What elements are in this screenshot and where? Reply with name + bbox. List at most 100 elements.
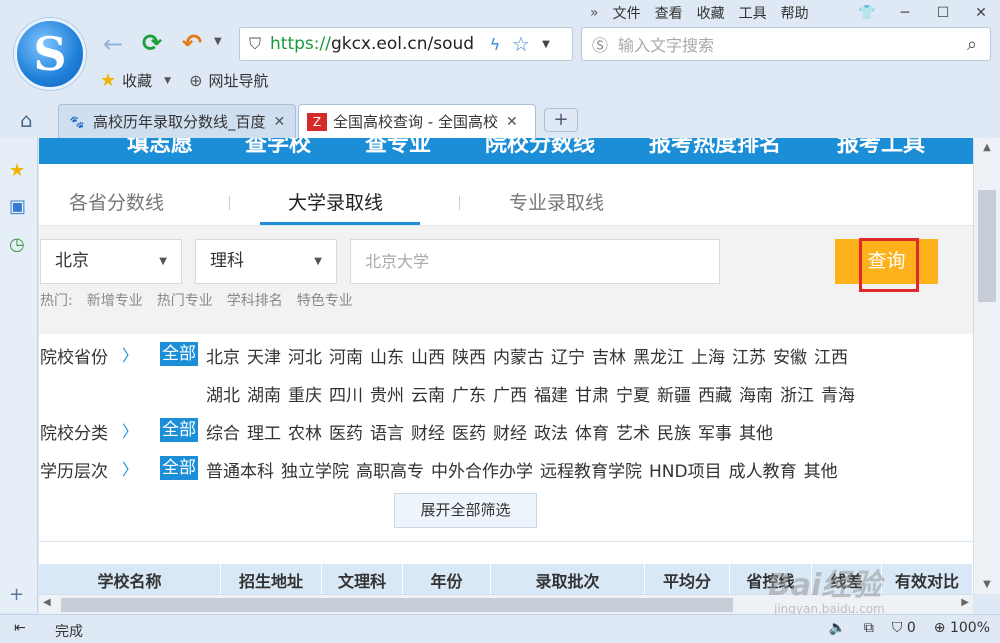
menu-tools[interactable]: 工具 [739,3,767,23]
facet-option[interactable]: 福建 [534,381,568,406]
skin-icon[interactable]: 👕 [848,5,886,21]
close-window-icon[interactable]: ✕ [962,5,1000,21]
hot-link-featured-majors[interactable]: 特色专业 [297,290,353,310]
facet-option[interactable]: 高职高专 [356,457,424,482]
history-clock-icon[interactable]: ◷ [9,234,25,255]
search-bar[interactable]: Ⓢ 输入文字搜索 ⌕ [581,27,991,61]
facet-option[interactable]: 其他 [804,457,838,482]
col-batch[interactable]: 录取批次 [491,564,645,594]
facet-option[interactable]: 山西 [411,343,445,368]
facet-option[interactable]: 广西 [493,381,527,406]
shield-icon[interactable]: ⛉ 0 [892,620,916,636]
facet-option[interactable]: 湖南 [247,381,281,406]
facet-option[interactable]: 甘肃 [575,381,609,406]
tab-university-scores[interactable]: 大学录取线 [288,188,383,215]
facet-option[interactable]: 吉林 [592,343,626,368]
province-select[interactable]: 北京 ▼ [40,239,182,284]
scroll-down-icon[interactable]: ▼ [974,579,1000,590]
nav-find-school[interactable]: 查学校 [245,138,311,158]
menu-view[interactable]: 查看 [655,3,683,23]
hot-link-popular-majors[interactable]: 热门专业 [157,290,213,310]
tab-close-icon[interactable]: ✕ [274,114,286,130]
facet-option[interactable]: 普通本科 [206,457,274,482]
facet-option[interactable]: 青海 [821,381,855,406]
facet-option[interactable]: 四川 [329,381,363,406]
facet-option[interactable]: 安徽 [773,343,807,368]
security-shield-icon[interactable]: ⛉ [240,34,270,54]
facet-option[interactable]: 贵州 [370,381,404,406]
panel-toggle-icon[interactable]: ⇤ [14,620,26,636]
tab-province-scores[interactable]: 各省分数线 [69,188,164,215]
reader-icon[interactable]: ▣ [9,196,26,217]
add-panel-icon[interactable]: + [9,584,24,605]
search-input[interactable]: 输入文字搜索 [618,32,954,56]
chevron-right-icon[interactable]: 〉 [122,342,138,366]
chevron-right-icon[interactable]: 〉 [122,418,138,442]
favorites-button[interactable]: 收藏 [122,70,152,91]
tab-baidu[interactable]: 🐾 高校历年录取分数线_百度 ✕ [58,104,296,138]
facet-option[interactable]: 河南 [329,343,363,368]
screenshot-icon[interactable]: ⧉ [864,620,874,636]
nav-tools[interactable]: 报考工具 [837,138,925,158]
subject-select[interactable]: 理科 ▼ [195,239,337,284]
facet-option[interactable]: 山东 [370,343,404,368]
facet-option[interactable]: 黑龙江 [633,343,684,368]
facet-option[interactable]: 医药 [452,419,486,444]
facet-option[interactable]: 农林 [288,419,322,444]
favorites-dropdown-icon[interactable]: ▼ [164,76,171,86]
school-name-input[interactable]: 北京大学 [350,239,720,284]
facet-option[interactable]: 语言 [370,419,404,444]
facet-option[interactable]: 成人教育 [729,457,797,482]
facet-option[interactable]: 浙江 [780,381,814,406]
facet-option[interactable]: 中外合作办学 [431,457,533,482]
expand-all-filters-button[interactable]: 展开全部筛选 [394,493,537,528]
tab-major-scores[interactable]: 专业录取线 [509,188,604,215]
scroll-thumb[interactable] [978,190,996,302]
vertical-scrollbar[interactable]: ▲ ▼ [973,138,1000,594]
facet-option[interactable]: 政法 [534,419,568,444]
facet-option[interactable]: 广东 [452,381,486,406]
facet-all-option[interactable]: 全部 [160,456,198,480]
facet-option[interactable]: 医药 [329,419,363,444]
facet-option[interactable]: HND项目 [649,457,722,482]
hot-link-subject-ranking[interactable]: 学科排名 [227,290,283,310]
facet-option[interactable]: 军事 [698,419,732,444]
address-bar[interactable]: ⛉ https://gkcx.eol.cn/soud ϟ ☆ ▼ [239,27,573,61]
address-dropdown-icon[interactable]: ▼ [534,39,558,50]
facet-option[interactable]: 艺术 [616,419,650,444]
nav-school-scores[interactable]: 院校分数线 [485,138,595,158]
volume-icon[interactable]: 🔈 [828,620,845,636]
scroll-up-icon[interactable]: ▲ [974,142,1000,153]
search-icon[interactable]: ⌕ [954,34,990,55]
hot-link-new-majors[interactable]: 新增专业 [87,290,143,310]
facet-option[interactable]: 宁夏 [616,381,650,406]
favorite-star-icon[interactable]: ☆ [508,32,534,56]
menu-help[interactable]: 帮助 [781,3,809,23]
facet-option[interactable]: 云南 [411,381,445,406]
facet-option[interactable]: 江苏 [732,343,766,368]
col-subject[interactable]: 文理科 [322,564,403,594]
facet-option[interactable]: 财经 [493,419,527,444]
tab-gkcx[interactable]: Z 全国高校查询 - 全国高校 ✕ [298,104,536,138]
facet-option[interactable]: 其他 [739,419,773,444]
tab-close-icon[interactable]: ✕ [506,114,518,130]
facet-all-option[interactable]: 全部 [160,418,198,442]
site-nav-link[interactable]: 网址导航 [208,70,268,91]
zoom-control[interactable]: ⊕ 100% [934,620,990,636]
col-location[interactable]: 招生地址 [221,564,322,594]
menu-file[interactable]: 文件 [613,3,641,23]
nav-fill-volunteer[interactable]: 填志愿 [127,138,193,158]
favorites-star-icon[interactable]: ★ [9,160,25,181]
facet-option[interactable]: 内蒙古 [493,343,544,368]
facet-option[interactable]: 江西 [814,343,848,368]
facet-option[interactable]: 独立学院 [281,457,349,482]
speed-mode-icon[interactable]: ϟ [482,35,508,54]
facet-option[interactable]: 上海 [691,343,725,368]
scroll-left-icon[interactable]: ◀ [43,597,51,608]
undo-icon[interactable]: ↶ [182,29,202,57]
facet-all-option[interactable]: 全部 [160,342,198,366]
facet-option[interactable]: 陕西 [452,343,486,368]
scroll-thumb[interactable] [61,598,733,612]
back-arrow-icon[interactable]: ← [103,30,123,58]
facet-option[interactable]: 财经 [411,419,445,444]
